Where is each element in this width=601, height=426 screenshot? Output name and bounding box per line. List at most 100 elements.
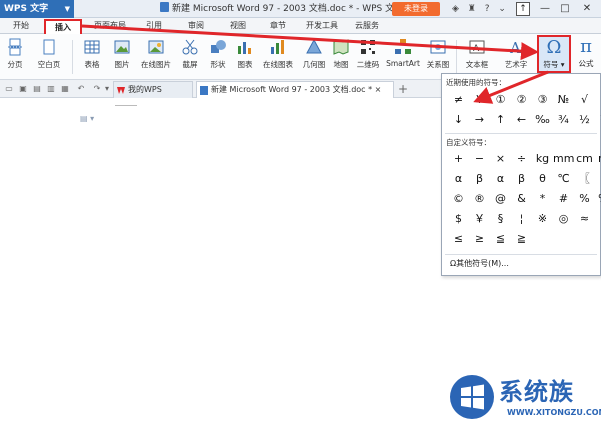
symbol-cell[interactable]: ③ xyxy=(532,90,553,110)
picture-button[interactable]: 图片 xyxy=(110,38,134,78)
online-picture-button[interactable]: 在线图片 xyxy=(138,38,174,78)
symbol-cell[interactable]: ¥ xyxy=(469,90,490,110)
shape-button[interactable]: 形状 xyxy=(206,38,230,78)
login-button[interactable]: 未登录 xyxy=(392,2,440,16)
symbol-cell[interactable]: ↑ xyxy=(490,110,511,130)
minimize-ribbon-icon[interactable]: ⌄ xyxy=(498,4,506,14)
tab-developer[interactable]: 开发工具 xyxy=(302,19,342,34)
symbol-cell[interactable]: β xyxy=(511,169,532,189)
symbol-cell[interactable]: mm xyxy=(553,149,574,169)
tab-view[interactable]: 视图 xyxy=(224,19,252,34)
symbol-cell[interactable]: ≧ xyxy=(511,229,532,249)
undo-icon[interactable]: ↶ xyxy=(76,83,86,94)
symbol-cell[interactable]: ℃ xyxy=(553,169,574,189)
symbol-cell[interactable]: № xyxy=(553,90,574,110)
symbol-cell[interactable]: … xyxy=(595,209,601,229)
symbol-cell[interactable]: { xyxy=(595,169,601,189)
tab-start[interactable]: 开始 xyxy=(6,19,36,34)
app-menu-button[interactable]: WPS 文字 ▼ xyxy=(0,0,74,18)
symbol-cell[interactable]: kg xyxy=(532,149,553,169)
symbol-cell[interactable]: ¦ xyxy=(511,209,532,229)
tab-insert[interactable]: 插入 xyxy=(44,19,82,34)
symbol-cell[interactable]: ≥ xyxy=(469,229,490,249)
symbol-cell[interactable]: ® xyxy=(469,189,490,209)
symbol-cell[interactable]: × xyxy=(595,90,601,110)
symbol-cell[interactable]: ≦ xyxy=(490,229,511,249)
symbol-cell[interactable]: θ xyxy=(532,169,553,189)
tab-my-wps[interactable]: 我的WPS xyxy=(113,81,193,98)
skin-icon[interactable]: ◈ xyxy=(452,4,459,14)
symbol-cell[interactable]: © xyxy=(448,189,469,209)
symbol-cell[interactable]: ≈ xyxy=(574,209,595,229)
symbol-cell[interactable]: × xyxy=(490,149,511,169)
symbol-cell[interactable]: $ xyxy=(448,209,469,229)
symbol-cell[interactable]: ② xyxy=(511,90,532,110)
symbol-cell[interactable]: √ xyxy=(574,90,595,110)
symbol-cell[interactable]: ‰ xyxy=(532,110,553,130)
symbol-cell[interactable]: ① xyxy=(490,90,511,110)
tab-page-layout[interactable]: 页面布局 xyxy=(88,19,132,34)
symbol-cell[interactable]: ÷ xyxy=(511,149,532,169)
maximize-button[interactable]: □ xyxy=(556,0,574,18)
formula-button[interactable]: π 公式 xyxy=(571,36,601,74)
symbol-cell[interactable]: β xyxy=(469,169,490,189)
symbol-button[interactable]: Ω 符号 ▾ xyxy=(537,35,571,73)
more-symbols-item[interactable]: Ω其他符号(M)... xyxy=(450,258,509,269)
symbol-cell[interactable]: @ xyxy=(490,189,511,209)
tab-review[interactable]: 审阅 xyxy=(182,19,210,34)
restore-up-icon[interactable]: ↑ xyxy=(516,2,530,16)
geometry-button[interactable]: 几何图 xyxy=(300,38,328,78)
paragraph-layout-icon[interactable]: ▤ ▾ xyxy=(80,114,94,123)
page-break-button[interactable]: 分页 xyxy=(4,38,26,78)
smartart-button[interactable]: SmartArt xyxy=(384,38,422,78)
symbol-cell[interactable]: ↓ xyxy=(448,110,469,130)
customize-caret-icon[interactable]: ▾ xyxy=(102,83,112,94)
close-button[interactable]: ✕ xyxy=(578,0,596,18)
symbol-cell[interactable]: cm xyxy=(574,149,595,169)
export-icon[interactable]: ▦ xyxy=(60,83,70,94)
symbol-cell[interactable]: ¾ xyxy=(553,110,574,130)
tab-document[interactable]: 新建 Microsoft Word 97 - 2003 文档.doc * × xyxy=(196,81,394,98)
relation-chart-button[interactable]: 关系图 xyxy=(424,38,452,78)
table-button[interactable]: 表格 xyxy=(80,38,104,78)
help-icon[interactable]: ? xyxy=(485,4,490,14)
minimize-button[interactable]: — xyxy=(536,0,554,18)
symbol-cell[interactable]: & xyxy=(511,189,532,209)
symbol-cell[interactable]: § xyxy=(490,209,511,229)
symbol-cell[interactable]: m² xyxy=(595,149,601,169)
symbol-cell[interactable]: % xyxy=(574,189,595,209)
shirt-icon[interactable]: ♜ xyxy=(468,4,476,14)
symbol-cell[interactable]: 〖 xyxy=(574,169,595,189)
qrcode-button[interactable]: 二维码 xyxy=(354,38,382,78)
redo-icon[interactable]: ↷ xyxy=(92,83,102,94)
symbol-cell[interactable]: ◎ xyxy=(553,209,574,229)
symbol-cell[interactable]: ※ xyxy=(532,209,553,229)
symbol-cell[interactable]: ≤ xyxy=(448,229,469,249)
symbol-cell[interactable]: ￥ xyxy=(469,209,490,229)
symbol-cell[interactable]: → xyxy=(469,110,490,130)
textbox-button[interactable]: A 文本框 xyxy=(460,38,494,78)
close-tab-icon[interactable]: × xyxy=(372,85,382,94)
tab-cloud[interactable]: 云服务 xyxy=(350,19,384,34)
open-icon[interactable]: ▭ xyxy=(4,83,14,94)
print-icon[interactable]: ▤ xyxy=(32,83,42,94)
symbol-cell[interactable]: + xyxy=(448,149,469,169)
wordart-button[interactable]: A 艺术字 xyxy=(498,38,534,78)
symbol-cell[interactable]: # xyxy=(553,189,574,209)
symbol-cell[interactable]: − xyxy=(469,149,490,169)
symbol-cell[interactable]: * xyxy=(532,189,553,209)
symbol-cell[interactable]: ¼ xyxy=(595,110,601,130)
screenshot-button[interactable]: 截屏 xyxy=(178,38,202,78)
online-chart-button[interactable]: 在线图表 xyxy=(260,38,296,78)
symbol-cell[interactable]: α xyxy=(448,169,469,189)
save-icon[interactable]: ▣ xyxy=(18,83,28,94)
new-tab-icon[interactable]: + xyxy=(398,81,408,97)
symbol-cell[interactable]: ≠ xyxy=(448,90,469,110)
tab-section[interactable]: 章节 xyxy=(264,19,292,34)
blank-page-button[interactable]: 空白页 xyxy=(34,38,64,78)
symbol-cell[interactable]: ← xyxy=(511,110,532,130)
tab-references[interactable]: 引用 xyxy=(140,19,168,34)
symbol-cell[interactable]: ½ xyxy=(574,110,595,130)
symbol-cell[interactable]: ‰ xyxy=(595,189,601,209)
map-button[interactable]: 地图 xyxy=(330,38,352,78)
